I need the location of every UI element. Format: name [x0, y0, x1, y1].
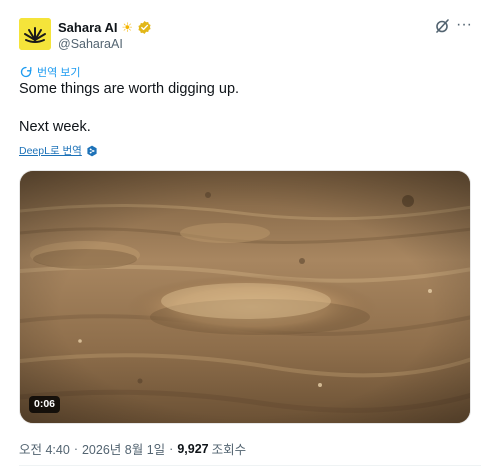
views-label[interactable]: 조회수 [212, 439, 247, 458]
author-name-row[interactable]: Sahara AI ☀ [58, 18, 152, 36]
tweet-date[interactable]: 2026년 8월 1일 [82, 439, 165, 458]
video-duration-badge: 0:06 [29, 396, 61, 413]
tweet-meta: 오전 4:40 · 2026년 8월 1일 · 9,927 조회수 [19, 439, 246, 458]
verified-badge-icon[interactable] [137, 20, 152, 35]
meta-separator: · [73, 441, 78, 456]
video-thumbnail [20, 171, 470, 423]
meta-separator: · [169, 441, 174, 456]
deepl-translate-link[interactable]: DeepL로 번역 [19, 143, 98, 158]
translate-link[interactable]: 번역 보기 [20, 64, 81, 80]
translate-icon [20, 66, 32, 78]
divider [19, 465, 481, 466]
views-count[interactable]: 9,927 [177, 442, 208, 456]
video-player[interactable] [19, 170, 471, 424]
grok-icon[interactable] [434, 18, 450, 34]
sun-icon: ☀ [121, 19, 134, 35]
deepl-label[interactable]: DeepL로 번역 [19, 143, 82, 158]
author-handle[interactable]: @SaharaAI [58, 37, 123, 51]
sahara-logo [19, 18, 51, 50]
avatar[interactable] [19, 18, 51, 50]
tweet-text: Some things are worth digging up. Next w… [19, 81, 240, 135]
tweet-card: Sahara AI ☀ @SaharaAI ··· 번역 보기 Some thi… [0, 0, 499, 470]
tweet-time[interactable]: 오전 4:40 [19, 439, 70, 458]
deepl-icon [87, 145, 97, 156]
more-options-icon[interactable]: ··· [456, 17, 472, 33]
display-name[interactable]: Sahara AI [58, 20, 118, 35]
translate-label[interactable]: 번역 보기 [37, 64, 81, 80]
